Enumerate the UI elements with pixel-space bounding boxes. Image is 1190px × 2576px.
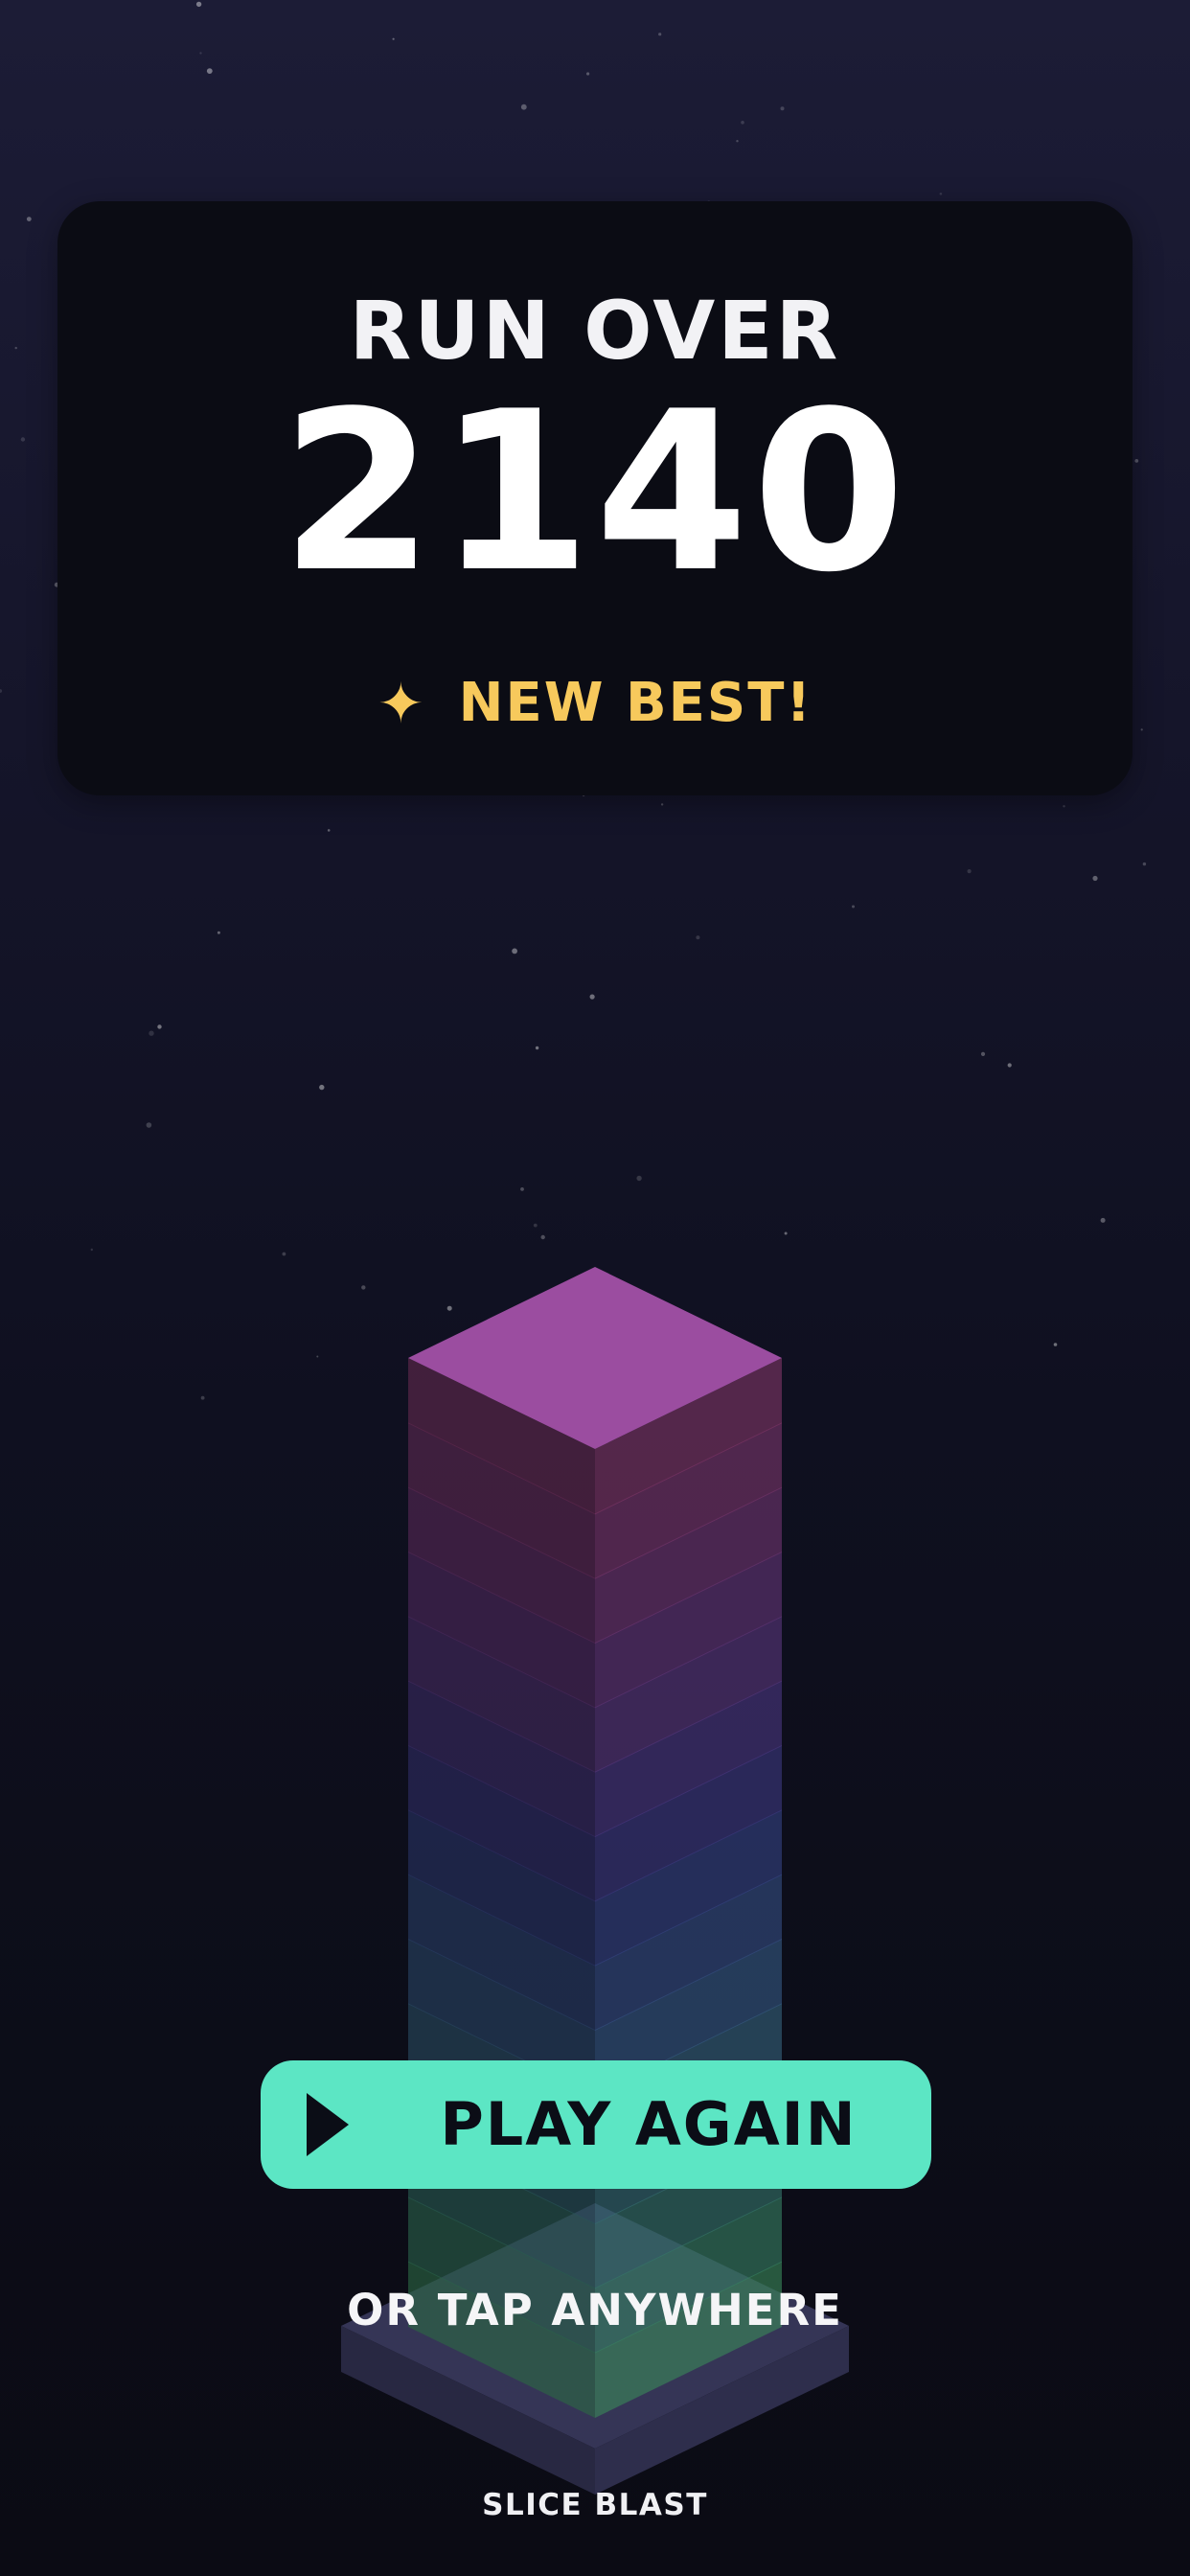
- star: [967, 869, 972, 874]
- game-brand: SLICE BLAST: [482, 2488, 708, 2522]
- sparkle-icon: ✦: [377, 671, 426, 736]
- star: [660, 803, 664, 806]
- star: [149, 1030, 154, 1036]
- star: [1100, 1217, 1106, 1223]
- star: [939, 192, 943, 196]
- play-again-label: PLAY AGAIN: [440, 2089, 858, 2159]
- star: [852, 905, 855, 908]
- star: [1140, 728, 1143, 731]
- new-best-badge: ✦ NEW BEST!: [57, 671, 1133, 736]
- new-best-label: NEW BEST!: [458, 672, 812, 734]
- star: [540, 1234, 545, 1240]
- star: [520, 1187, 524, 1191]
- tower-layers: [408, 1358, 782, 2418]
- star: [535, 1046, 539, 1050]
- star: [392, 37, 395, 40]
- star: [217, 931, 220, 934]
- star: [512, 948, 517, 954]
- star: [696, 935, 700, 940]
- play-again-button[interactable]: PLAY AGAIN: [261, 2060, 931, 2189]
- play-icon: [307, 2093, 349, 2156]
- star: [199, 52, 202, 55]
- star: [520, 104, 527, 110]
- star: [589, 994, 595, 1000]
- star: [741, 121, 744, 125]
- star: [26, 217, 32, 222]
- star: [14, 346, 17, 350]
- star: [0, 689, 3, 693]
- star: [780, 106, 785, 111]
- final-score: 2140: [280, 365, 910, 621]
- star: [1007, 1063, 1012, 1068]
- run-over-title: RUN OVER: [349, 284, 841, 378]
- star: [146, 1122, 152, 1128]
- star: [1063, 805, 1065, 808]
- star: [1142, 862, 1147, 866]
- star: [980, 1051, 986, 1056]
- star: [1092, 875, 1098, 882]
- star: [20, 437, 26, 442]
- star: [195, 1, 202, 8]
- star: [206, 68, 213, 74]
- star: [319, 1084, 325, 1091]
- result-panel: RUN OVER 2140 ✦ NEW BEST!: [57, 201, 1133, 795]
- star: [784, 1231, 788, 1235]
- tap-anywhere-hint: OR TAP ANYWHERE: [347, 2285, 843, 2335]
- star: [736, 140, 739, 143]
- star: [658, 33, 662, 36]
- star: [533, 1223, 538, 1228]
- star: [157, 1024, 162, 1029]
- star: [636, 1175, 642, 1182]
- star: [1134, 459, 1139, 463]
- star: [327, 829, 331, 832]
- star: [586, 72, 590, 76]
